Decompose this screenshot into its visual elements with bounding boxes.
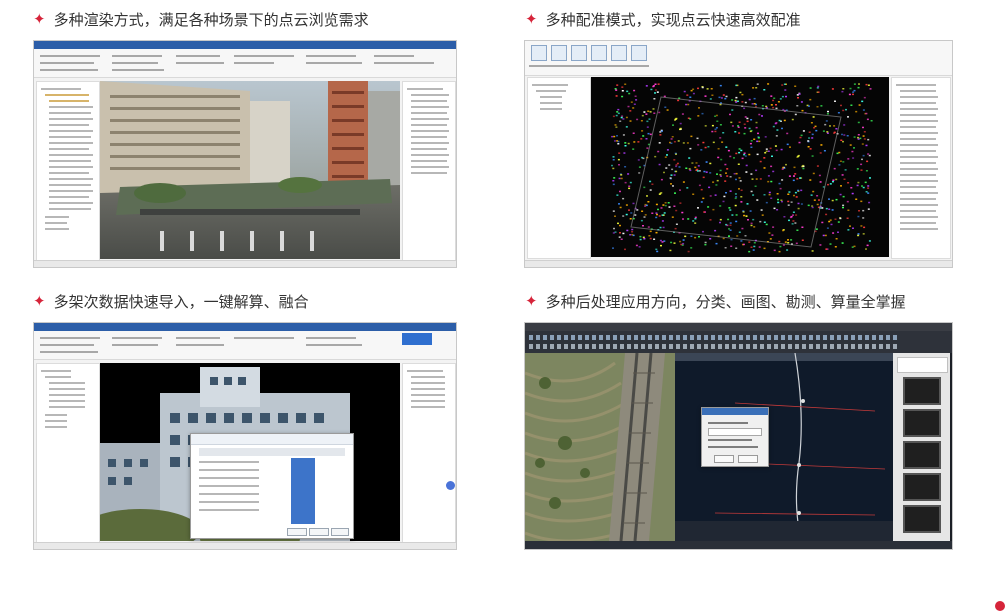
orthophoto-view[interactable] <box>525 353 675 541</box>
registration-tool-icon[interactable] <box>611 45 627 61</box>
palette-tool-icon[interactable] <box>903 505 941 533</box>
registration-tool-icon[interactable] <box>571 45 587 61</box>
palette-tool-icon[interactable] <box>903 473 941 501</box>
cad-toolbar <box>525 331 952 353</box>
tool-palette-panel <box>893 353 950 541</box>
screenshot-postprocessing <box>524 322 953 550</box>
status-bar <box>525 260 952 267</box>
layer-list-panel <box>402 363 456 543</box>
feature-caption-postprocessing: ✦ 多种后处理应用方向，分类、画图、勘测、算量全掌握 <box>525 289 906 313</box>
registration-tool-icon[interactable] <box>631 45 647 61</box>
palette-tool-icon[interactable] <box>903 409 941 437</box>
app-ribbon <box>34 331 456 360</box>
feature-caption-text: 多种渲染方式，满足各种场景下的点云浏览需求 <box>53 10 369 29</box>
screenshot-rendering <box>33 40 457 268</box>
import-dialog[interactable] <box>190 433 354 539</box>
feature-caption-registration: ✦ 多种配准模式，实现点云快速高效配准 <box>525 7 801 31</box>
app-ribbon <box>34 49 456 78</box>
feature-caption-text: 多架次数据快速导入，一键解算、融合 <box>53 292 309 311</box>
point-cloud-view-street[interactable] <box>100 81 400 259</box>
palette-tool-icon[interactable] <box>903 377 941 405</box>
screenshot-registration <box>524 40 953 268</box>
registration-tool-icon[interactable] <box>551 45 567 61</box>
layer-list-panel <box>402 81 456 261</box>
point-cloud-view-registration[interactable] <box>591 77 889 257</box>
status-bar <box>34 542 456 549</box>
app-titlebar <box>34 323 456 331</box>
screenshot-import <box>33 322 457 550</box>
floating-action-icon[interactable] <box>446 481 455 490</box>
status-bar <box>34 260 456 267</box>
project-tree-panel <box>36 81 100 261</box>
feature-caption-rendering: ✦ 多种渲染方式，满足各种场景下的点云浏览需求 <box>33 7 369 31</box>
parameter-dialog[interactable] <box>701 407 769 467</box>
star-bullet-icon: ✦ <box>33 291 46 310</box>
star-bullet-icon: ✦ <box>525 291 538 310</box>
project-tree-panel <box>36 363 100 543</box>
corner-accent-dot-icon <box>995 601 1005 611</box>
app-ribbon <box>525 41 952 76</box>
status-bar <box>525 541 952 549</box>
star-bullet-icon: ✦ <box>525 9 538 28</box>
app-titlebar <box>525 323 952 331</box>
registration-tool-icon[interactable] <box>591 45 607 61</box>
feature-caption-text: 多种后处理应用方向，分类、画图、勘测、算量全掌握 <box>545 292 906 311</box>
app-titlebar <box>34 41 456 49</box>
feature-caption-text: 多种配准模式，实现点云快速高效配准 <box>545 10 801 29</box>
palette-tool-icon[interactable] <box>903 441 941 469</box>
station-list-panel <box>891 77 951 259</box>
star-bullet-icon: ✦ <box>33 9 46 28</box>
registration-tool-icon[interactable] <box>531 45 547 61</box>
project-tree-panel <box>527 77 591 259</box>
feature-caption-import: ✦ 多架次数据快速导入，一键解算、融合 <box>33 289 309 313</box>
